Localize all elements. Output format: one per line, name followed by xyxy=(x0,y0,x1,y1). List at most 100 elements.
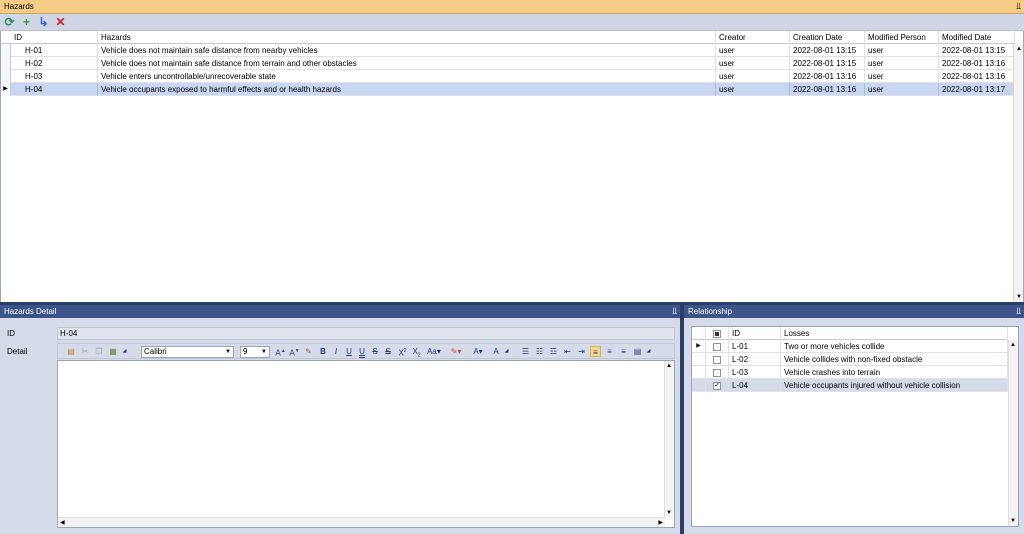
paste-icon[interactable]: ▤ xyxy=(66,346,76,357)
column-header-losses[interactable]: Losses xyxy=(781,327,1008,340)
scroll-up-icon[interactable]: ▲ xyxy=(1015,46,1023,52)
cell-modified-person[interactable]: user xyxy=(865,70,939,83)
pin-icon[interactable]: ⫫ xyxy=(1016,1,1021,11)
numbering-icon[interactable]: ☷ xyxy=(534,346,545,357)
scroll-up-icon[interactable]: ▲ xyxy=(1010,342,1016,348)
table-row[interactable]: H-01 Vehicle does not maintain safe dist… xyxy=(1,44,1015,57)
column-header-hazards[interactable]: Hazards xyxy=(98,31,716,44)
highlight-color-icon[interactable]: ✎▾ xyxy=(447,346,465,357)
increase-indent-icon[interactable]: ⇥ xyxy=(576,346,587,357)
multilevel-list-icon[interactable]: ☲ xyxy=(548,346,559,357)
grow-font-icon[interactable]: A▲ xyxy=(275,346,286,358)
strikethrough-icon[interactable]: S xyxy=(370,346,380,357)
change-case-icon[interactable]: Aa▾ xyxy=(426,346,442,357)
cell-creator[interactable]: user xyxy=(716,57,790,70)
underline-icon[interactable]: U xyxy=(344,346,354,357)
column-header-id[interactable]: ID xyxy=(729,327,781,340)
cell-id[interactable]: L-01 xyxy=(729,340,781,353)
list-item[interactable]: L-02 Vehicle collides with non-fixed obs… xyxy=(692,353,1008,366)
row-indicator-current[interactable]: ▶ xyxy=(1,83,11,96)
scroll-down-icon[interactable]: ▼ xyxy=(666,510,672,516)
clipboard-expand-icon[interactable]: ◢ xyxy=(122,346,127,357)
list-item[interactable]: L-03 Vehicle crashes into terrain xyxy=(692,366,1008,379)
cell-loss[interactable]: Vehicle occupants injured without vehicl… xyxy=(781,379,1008,392)
font-size-select[interactable]: 9 ▼ xyxy=(240,346,270,358)
refresh-icon[interactable]: ⟳ xyxy=(3,15,16,29)
cell-modified-person[interactable]: user xyxy=(865,57,939,70)
align-center-icon[interactable]: ≡ xyxy=(604,346,615,357)
row-indicator[interactable] xyxy=(692,366,706,379)
cell-id[interactable]: H-03 xyxy=(11,70,98,83)
cell-creator[interactable]: user xyxy=(716,83,790,96)
scroll-down-icon[interactable]: ▼ xyxy=(1010,518,1016,524)
column-header-modified-date[interactable]: Modified Date xyxy=(939,31,1015,44)
cell-loss[interactable]: Two or more vehicles collide xyxy=(781,340,1008,353)
insert-child-icon[interactable]: ↳ xyxy=(37,15,50,29)
decrease-indent-icon[interactable]: ⇤ xyxy=(562,346,573,357)
column-header-id[interactable]: ID xyxy=(11,31,98,44)
cell-creator[interactable]: user xyxy=(716,70,790,83)
column-header-modified-person[interactable]: Modified Person xyxy=(865,31,939,44)
cell-hazard[interactable]: Vehicle does not maintain safe distance … xyxy=(98,44,716,57)
select-all-checkbox[interactable] xyxy=(713,330,721,338)
detail-rich-text-editor[interactable]: ▲ ▼ ◀ ▶ xyxy=(57,360,675,528)
font-dialog-icon[interactable]: A xyxy=(491,346,501,357)
double-underline-icon[interactable]: U xyxy=(357,346,367,357)
row-indicator[interactable] xyxy=(692,379,706,392)
cell-id[interactable]: H-02 xyxy=(11,57,98,70)
editor-vertical-scrollbar[interactable]: ▲ ▼ xyxy=(664,361,674,518)
font-expand-icon[interactable]: ◢ xyxy=(504,346,509,357)
cell-id[interactable]: L-04 xyxy=(729,379,781,392)
row-indicator[interactable] xyxy=(1,44,11,57)
loss-checkbox[interactable] xyxy=(713,343,721,351)
cell-modified-date[interactable]: 2022-08-01 13:16 xyxy=(939,57,1015,70)
cell-creation-date[interactable]: 2022-08-01 13:15 xyxy=(790,44,865,57)
align-left-icon[interactable]: ≡ xyxy=(590,346,601,357)
table-row-selected[interactable]: ▶ H-04 Vehicle occupants exposed to harm… xyxy=(1,83,1015,96)
row-indicator[interactable] xyxy=(692,353,706,366)
list-item-selected[interactable]: ✓ L-04 Vehicle occupants injured without… xyxy=(692,379,1008,392)
loss-checkbox[interactable] xyxy=(713,356,721,364)
hazards-grid-scrollbar[interactable]: ▲ ▼ xyxy=(1013,44,1023,302)
scroll-left-icon[interactable]: ◀ xyxy=(60,519,65,526)
superscript-icon[interactable]: X2 xyxy=(397,346,408,358)
bullets-icon[interactable]: ☰ xyxy=(520,346,531,357)
italic-icon[interactable]: I xyxy=(331,346,341,357)
editor-horizontal-scrollbar[interactable]: ◀ ▶ xyxy=(58,517,665,527)
cell-modified-date[interactable]: 2022-08-01 13:16 xyxy=(939,70,1015,83)
cell-id[interactable]: H-01 xyxy=(11,44,98,57)
scroll-right-icon[interactable]: ▶ xyxy=(658,519,663,526)
cell-id[interactable]: L-03 xyxy=(729,366,781,379)
double-strikethrough-icon[interactable]: S xyxy=(383,346,393,357)
loss-checkbox[interactable] xyxy=(713,369,721,377)
relationship-grid-scrollbar[interactable]: ▲ ▼ xyxy=(1008,340,1018,526)
scroll-down-icon[interactable]: ▼ xyxy=(1015,294,1023,300)
cell-modified-date[interactable]: 2022-08-01 13:15 xyxy=(939,44,1015,57)
cell-creator[interactable]: user xyxy=(716,44,790,57)
column-header-creator[interactable]: Creator xyxy=(716,31,790,44)
cut-icon[interactable]: ✂ xyxy=(80,346,90,357)
subscript-icon[interactable]: X2 xyxy=(411,346,422,359)
cell-creation-date[interactable]: 2022-08-01 13:16 xyxy=(790,83,865,96)
cell-modified-date[interactable]: 2022-08-01 13:17 xyxy=(939,83,1015,96)
cell-hazard[interactable]: Vehicle enters uncontrollable/unrecovera… xyxy=(98,70,716,83)
cell-hazard[interactable]: Vehicle occupants exposed to harmful eff… xyxy=(98,83,716,96)
clear-format-icon[interactable]: ✎ xyxy=(303,346,314,357)
paste-special-icon[interactable]: ▦ xyxy=(108,346,118,357)
cell-modified-person[interactable]: user xyxy=(865,44,939,57)
font-color-icon[interactable]: A▾ xyxy=(470,346,486,357)
table-row[interactable]: H-02 Vehicle does not maintain safe dist… xyxy=(1,57,1015,70)
copy-icon[interactable]: ❐ xyxy=(94,346,104,357)
delete-icon[interactable]: ✕ xyxy=(54,15,67,29)
row-indicator-current[interactable]: ▶ xyxy=(692,340,706,353)
id-field[interactable]: H-04 xyxy=(57,327,675,340)
pin-icon[interactable]: ⫫ xyxy=(1016,306,1021,316)
cell-creation-date[interactable]: 2022-08-01 13:16 xyxy=(790,70,865,83)
list-item[interactable]: ▶ L-01 Two or more vehicles collide xyxy=(692,340,1008,353)
bold-icon[interactable]: B xyxy=(318,346,328,357)
font-name-select[interactable]: Calibri ▼ xyxy=(141,346,234,358)
pin-icon[interactable]: ⫫ xyxy=(672,306,677,316)
align-right-icon[interactable]: ≡ xyxy=(618,346,629,357)
row-indicator[interactable] xyxy=(1,70,11,83)
shrink-font-icon[interactable]: A▼ xyxy=(289,346,300,358)
